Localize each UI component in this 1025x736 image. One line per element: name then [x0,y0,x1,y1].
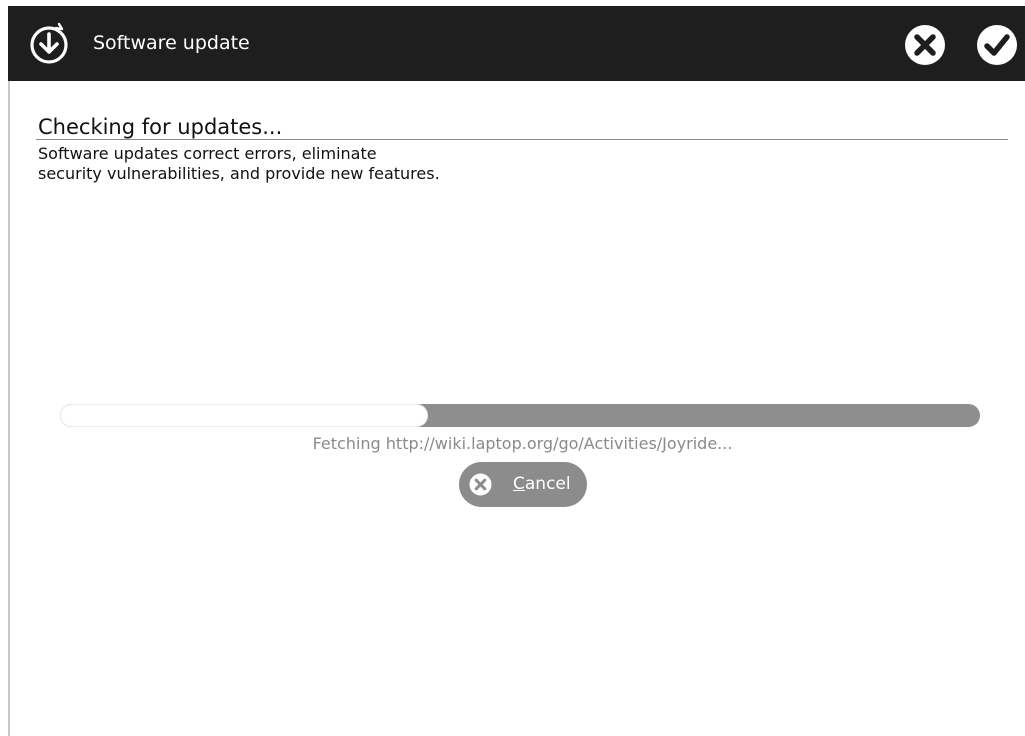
title-bar: Software update [8,6,1025,81]
progress-bar [60,404,980,427]
page-heading: Checking for updates... [38,115,283,139]
description-line-1: Software updates correct errors, elimina… [38,144,377,163]
progress-fill [60,404,428,427]
software-update-icon [30,22,68,64]
cancel-mnemonic: C [513,474,525,494]
window-title: Software update [93,32,250,54]
cancel-label-rest: ancel [524,474,571,494]
cancel-button[interactable]: Cancel [459,462,587,507]
heading-divider [36,139,1008,140]
window-left-edge [8,80,10,736]
progress-status-text: Fetching http://wiki.laptop.org/go/Activ… [312,434,733,453]
progress-track [60,404,980,427]
cancel-button-label: Cancel [513,473,571,495]
close-icon [905,25,945,65]
software-update-window: Software update Checking for updates... … [0,0,1025,736]
titlebar-cancel-button[interactable] [904,24,946,66]
checkmark-icon [977,25,1017,65]
update-description: Software updates correct errors, elimina… [38,144,440,184]
close-icon [469,473,492,496]
titlebar-ok-button[interactable] [976,24,1018,66]
description-line-2: security vulnerabilities, and provide ne… [38,164,440,183]
